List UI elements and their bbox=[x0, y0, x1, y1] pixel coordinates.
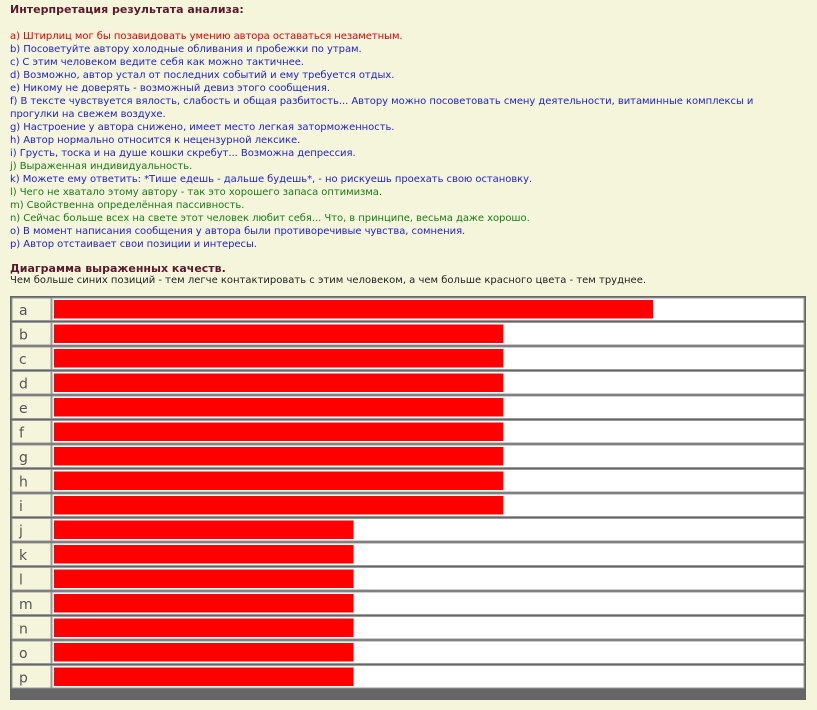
bar bbox=[54, 594, 354, 613]
chart-title: Диаграмма выраженных качеств. bbox=[10, 262, 226, 275]
interpretation-title: Интерпретация результата анализа: bbox=[10, 3, 244, 16]
interpretation-line: l) Чего не хватало этому автору - так эт… bbox=[10, 187, 382, 198]
row-label: l bbox=[19, 573, 23, 589]
row-label: o bbox=[19, 646, 28, 662]
row-label-cell bbox=[11, 493, 52, 517]
interpretation-line: o) В момент написания сообщения у автора… bbox=[10, 226, 466, 237]
row-label: a bbox=[19, 303, 28, 319]
row-label-cell bbox=[11, 297, 52, 321]
bar bbox=[54, 398, 504, 417]
bar bbox=[54, 667, 354, 686]
row-label-cell bbox=[11, 444, 52, 468]
row-label: b bbox=[19, 328, 28, 344]
bar-chart: abcdefghijklmnop bbox=[10, 296, 806, 700]
interpretation-line: d) Возможно, автор устал от последних со… bbox=[10, 70, 395, 81]
row-label-cell bbox=[11, 640, 52, 664]
row-label: m bbox=[19, 597, 33, 613]
bar bbox=[54, 324, 504, 343]
row-label: d bbox=[19, 377, 28, 393]
row-label-cell bbox=[11, 542, 52, 566]
row-label: p bbox=[19, 671, 28, 687]
row-label: g bbox=[19, 450, 28, 466]
row-label-cell bbox=[11, 567, 52, 591]
row-label: n bbox=[19, 622, 28, 638]
interpretation-line: f) В тексте чувствуется вялость, слабост… bbox=[10, 96, 754, 120]
row-label-cell bbox=[11, 346, 52, 370]
interpretation-line: h) Автор нормально относится к нецензурн… bbox=[10, 135, 301, 146]
row-label: k bbox=[19, 548, 28, 564]
bar bbox=[54, 349, 504, 368]
bar bbox=[54, 643, 354, 662]
interpretation-list: a) Штирлиц мог бы позавидовать умению ав… bbox=[10, 30, 800, 251]
chart-subtitle: Чем больше синих позиций - тем легче кон… bbox=[10, 275, 647, 286]
row-label-cell bbox=[11, 395, 52, 419]
bar bbox=[54, 520, 354, 539]
interpretation-line: b) Посоветуйте автору холодные обливания… bbox=[10, 44, 362, 55]
interpretation-line: e) Никому не доверять - возможный девиз … bbox=[10, 83, 330, 94]
row-label: e bbox=[19, 401, 28, 417]
interpretation-line: c) С этим человеком ведите себя как можн… bbox=[10, 57, 304, 68]
bar bbox=[54, 447, 504, 466]
row-label: i bbox=[19, 499, 23, 515]
interpretation-line: i) Грусть, тоска и на душе кошки скребут… bbox=[10, 148, 356, 159]
interpretation-line: m) Свойственна определённая пассивность. bbox=[10, 200, 245, 211]
bar bbox=[54, 545, 354, 564]
bar bbox=[54, 471, 504, 490]
interpretation-line: a) Штирлиц мог бы позавидовать умению ав… bbox=[10, 31, 403, 42]
row-label-cell bbox=[11, 322, 52, 346]
interpretation-line: k) Можете ему ответить: *Тише едешь - да… bbox=[10, 174, 533, 185]
bar bbox=[54, 618, 354, 637]
bar bbox=[54, 496, 504, 515]
row-label-cell bbox=[11, 469, 52, 493]
bar bbox=[54, 569, 354, 588]
interpretation-line: p) Автор отстаивает свои позиции и интер… bbox=[10, 239, 257, 250]
row-label-cell bbox=[11, 518, 52, 542]
interpretation-line: j) Выраженная индивидуальность. bbox=[10, 161, 193, 172]
interpretation-line: n) Сейчас больше всех на свете этот чело… bbox=[10, 213, 530, 224]
bar bbox=[54, 422, 504, 441]
bar bbox=[54, 300, 654, 319]
row-label-cell bbox=[11, 616, 52, 640]
row-label: j bbox=[18, 524, 23, 540]
bar bbox=[54, 373, 504, 392]
row-label: h bbox=[19, 475, 28, 491]
row-label-cell bbox=[11, 371, 52, 395]
interpretation-line: g) Настроение у автора снижено, имеет ме… bbox=[10, 122, 395, 133]
row-label-cell bbox=[11, 420, 52, 444]
row-label-cell bbox=[11, 665, 52, 689]
row-label: c bbox=[19, 352, 27, 368]
